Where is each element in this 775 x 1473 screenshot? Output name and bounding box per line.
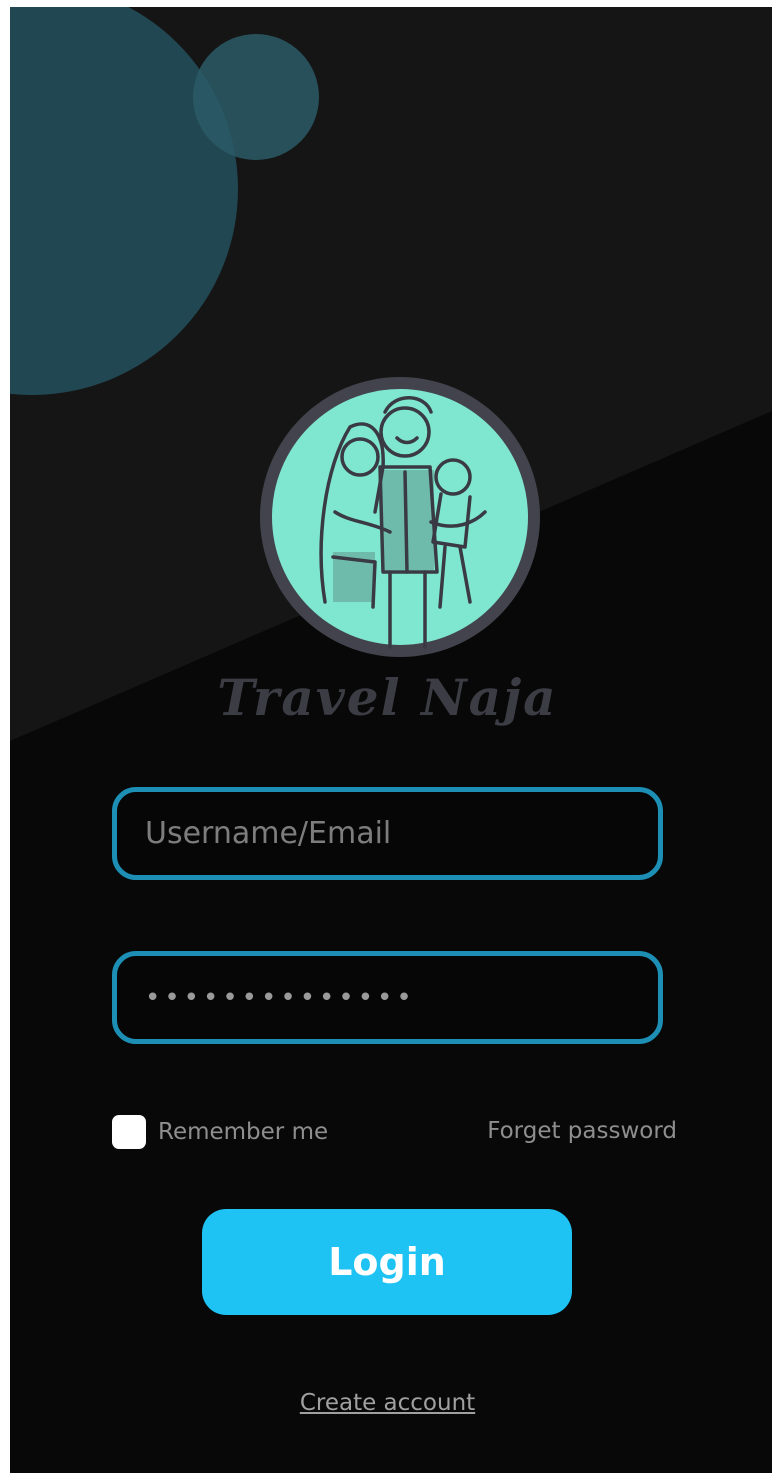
forgot-password-link[interactable]: Forget password (487, 1118, 677, 1144)
family-logo-icon (260, 377, 540, 657)
username-field-wrapper[interactable] (112, 787, 663, 880)
small-circle (193, 34, 319, 160)
username-input[interactable] (145, 816, 658, 851)
remember-me-label: Remember me (158, 1119, 329, 1145)
create-account-link[interactable]: Create account (0, 1390, 775, 1416)
password-field-wrapper[interactable] (112, 951, 663, 1044)
password-input[interactable] (145, 982, 658, 1013)
brand-title: Travel Naja (217, 668, 558, 727)
remember-me-checkbox[interactable] (112, 1115, 146, 1149)
login-button[interactable]: Login (202, 1209, 572, 1315)
remember-me-row[interactable]: Remember me (112, 1115, 328, 1149)
